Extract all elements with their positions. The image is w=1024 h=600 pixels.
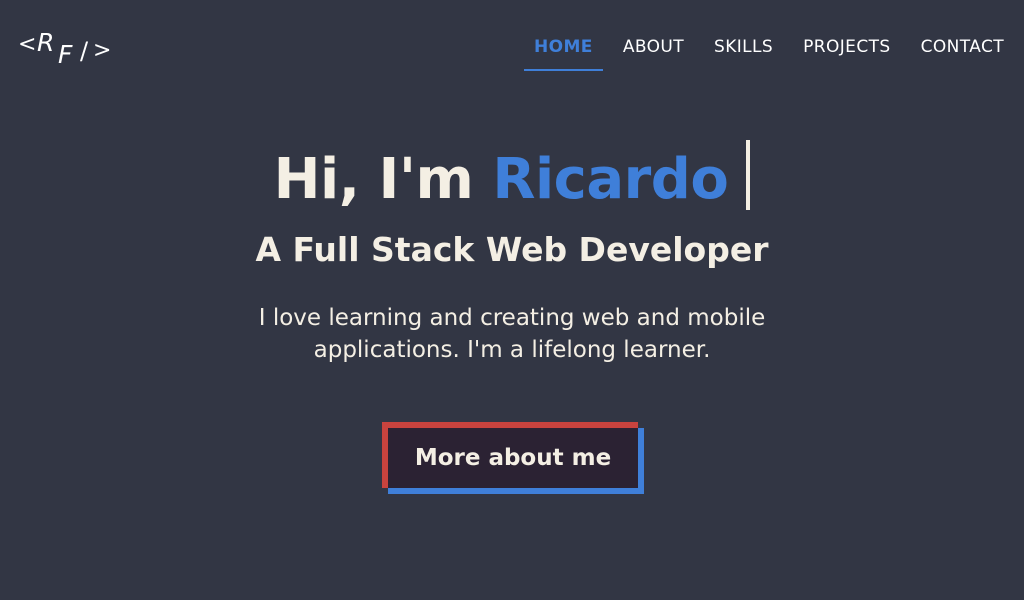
hero-greeting: Hi, I'm [273, 147, 493, 212]
page: < R F / > HOME ABOUT SKILLS PROJECTS CON… [0, 0, 1024, 600]
nav-home[interactable]: HOME [524, 37, 603, 71]
nav-projects[interactable]: PROJECTS [803, 37, 890, 71]
nav-contact[interactable]: CONTACT [921, 37, 1004, 71]
more-about-me-button[interactable]: More about me [382, 422, 638, 488]
nav-about[interactable]: ABOUT [623, 37, 684, 71]
cta-wrapper: More about me [382, 422, 644, 494]
logo-f: F [58, 40, 73, 69]
typing-cursor [746, 140, 751, 210]
logo-slash: / [80, 37, 89, 65]
logo-r: R [37, 28, 55, 57]
hero-description: I love learning and creating web and mob… [258, 305, 766, 363]
main-nav: HOME ABOUT SKILLS PROJECTS CONTACT [504, 37, 1004, 71]
logo-lt: < [18, 32, 37, 57]
hero-name: Ricardo [492, 147, 729, 212]
logo[interactable]: < R F / > [18, 26, 114, 70]
hero-subtitle: A Full Stack Web Developer [255, 230, 769, 269]
nav-skills[interactable]: SKILLS [714, 37, 773, 71]
hero-section: Hi, I'm Ricardo A Full Stack Web Develop… [0, 140, 1024, 366]
hero-title: Hi, I'm Ricardo [0, 140, 1024, 220]
logo-gt: > [93, 38, 112, 63]
